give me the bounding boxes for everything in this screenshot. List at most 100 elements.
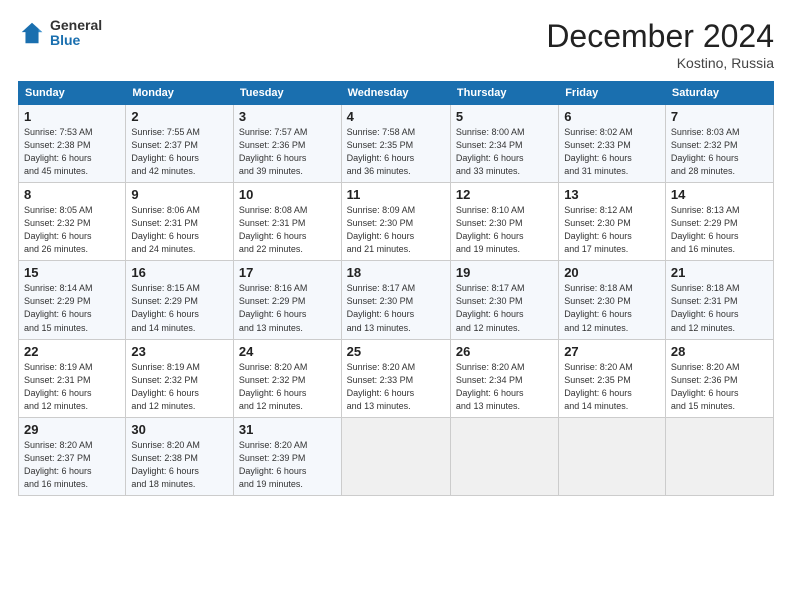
day-info: Sunrise: 8:20 AM Sunset: 2:37 PM Dayligh…	[24, 439, 120, 491]
calendar-cell: 14 Sunrise: 8:13 AM Sunset: 2:29 PM Dayli…	[665, 183, 773, 261]
day-info: Sunrise: 8:14 AM Sunset: 2:29 PM Dayligh…	[24, 282, 120, 334]
calendar-cell: 6 Sunrise: 8:02 AM Sunset: 2:33 PM Daylig…	[559, 105, 666, 183]
calendar-cell: 7 Sunrise: 8:03 AM Sunset: 2:32 PM Daylig…	[665, 105, 773, 183]
day-info: Sunrise: 8:09 AM Sunset: 2:30 PM Dayligh…	[347, 204, 445, 256]
col-header-saturday: Saturday	[665, 82, 773, 105]
day-info: Sunrise: 7:55 AM Sunset: 2:37 PM Dayligh…	[131, 126, 228, 178]
day-number: 24	[239, 344, 336, 359]
day-info: Sunrise: 7:58 AM Sunset: 2:35 PM Dayligh…	[347, 126, 445, 178]
calendar-cell: 4 Sunrise: 7:58 AM Sunset: 2:35 PM Daylig…	[341, 105, 450, 183]
calendar-cell: 26 Sunrise: 8:20 AM Sunset: 2:34 PM Dayli…	[450, 339, 558, 417]
day-info: Sunrise: 7:53 AM Sunset: 2:38 PM Dayligh…	[24, 126, 120, 178]
calendar-cell: 31Sunrise: 8:20 AM Sunset: 2:39 PM Dayli…	[233, 417, 341, 495]
day-info: Sunrise: 8:18 AM Sunset: 2:30 PM Dayligh…	[564, 282, 660, 334]
calendar-week-row-4: 22Sunrise: 8:19 AM Sunset: 2:31 PM Dayli…	[19, 339, 774, 417]
day-info: Sunrise: 8:19 AM Sunset: 2:32 PM Dayligh…	[131, 361, 228, 413]
logo-blue-text: Blue	[50, 33, 102, 48]
calendar-cell	[341, 417, 450, 495]
day-number: 29	[24, 422, 120, 437]
col-header-wednesday: Wednesday	[341, 82, 450, 105]
calendar-cell: 18Sunrise: 8:17 AM Sunset: 2:30 PM Dayli…	[341, 261, 450, 339]
day-number: 12	[456, 187, 553, 202]
logo-icon	[18, 19, 46, 47]
day-number: 13	[564, 187, 660, 202]
day-info: Sunrise: 8:17 AM Sunset: 2:30 PM Dayligh…	[456, 282, 553, 334]
day-number: 10	[239, 187, 336, 202]
calendar-cell: 16 Sunrise: 8:15 AM Sunset: 2:29 PM Dayli…	[126, 261, 234, 339]
day-number: 14	[671, 187, 768, 202]
day-number: 19	[456, 265, 553, 280]
day-number: 16	[131, 265, 228, 280]
calendar-cell: 21Sunrise: 8:18 AM Sunset: 2:31 PM Dayli…	[665, 261, 773, 339]
calendar-table: Sunday Monday Tuesday Wednesday Thursday…	[18, 81, 774, 496]
day-info: Sunrise: 8:05 AM Sunset: 2:32 PM Dayligh…	[24, 204, 120, 256]
day-number: 7	[671, 109, 768, 124]
day-number: 8	[24, 187, 120, 202]
calendar-header-row: Sunday Monday Tuesday Wednesday Thursday…	[19, 82, 774, 105]
title-block: December 2024 Kostino, Russia	[546, 18, 774, 71]
day-info: Sunrise: 8:13 AM Sunset: 2:29 PM Dayligh…	[671, 204, 768, 256]
calendar-cell: 11 Sunrise: 8:09 AM Sunset: 2:30 PM Dayli…	[341, 183, 450, 261]
calendar-cell: 22Sunrise: 8:19 AM Sunset: 2:31 PM Dayli…	[19, 339, 126, 417]
day-info: Sunrise: 8:02 AM Sunset: 2:33 PM Dayligh…	[564, 126, 660, 178]
day-number: 4	[347, 109, 445, 124]
day-info: Sunrise: 8:12 AM Sunset: 2:30 PM Dayligh…	[564, 204, 660, 256]
day-number: 1	[24, 109, 120, 124]
day-info: Sunrise: 8:18 AM Sunset: 2:31 PM Dayligh…	[671, 282, 768, 334]
day-number: 6	[564, 109, 660, 124]
calendar-cell: 15 Sunrise: 8:14 AM Sunset: 2:29 PM Dayli…	[19, 261, 126, 339]
calendar-cell: 29 Sunrise: 8:20 AM Sunset: 2:37 PM Dayli…	[19, 417, 126, 495]
day-number: 28	[671, 344, 768, 359]
day-info: Sunrise: 8:03 AM Sunset: 2:32 PM Dayligh…	[671, 126, 768, 178]
day-info: Sunrise: 8:20 AM Sunset: 2:32 PM Dayligh…	[239, 361, 336, 413]
calendar-cell: 12 Sunrise: 8:10 AM Sunset: 2:30 PM Dayli…	[450, 183, 558, 261]
day-info: Sunrise: 8:08 AM Sunset: 2:31 PM Dayligh…	[239, 204, 336, 256]
col-header-sunday: Sunday	[19, 82, 126, 105]
location: Kostino, Russia	[546, 55, 774, 71]
day-info: Sunrise: 8:06 AM Sunset: 2:31 PM Dayligh…	[131, 204, 228, 256]
col-header-thursday: Thursday	[450, 82, 558, 105]
calendar-week-row-3: 15 Sunrise: 8:14 AM Sunset: 2:29 PM Dayli…	[19, 261, 774, 339]
calendar-week-row-1: 1 Sunrise: 7:53 AM Sunset: 2:38 PM Daylig…	[19, 105, 774, 183]
day-info: Sunrise: 8:10 AM Sunset: 2:30 PM Dayligh…	[456, 204, 553, 256]
day-number: 25	[347, 344, 445, 359]
day-number: 31	[239, 422, 336, 437]
calendar-cell	[665, 417, 773, 495]
day-info: Sunrise: 7:57 AM Sunset: 2:36 PM Dayligh…	[239, 126, 336, 178]
day-info: Sunrise: 8:00 AM Sunset: 2:34 PM Dayligh…	[456, 126, 553, 178]
day-info: Sunrise: 8:20 AM Sunset: 2:33 PM Dayligh…	[347, 361, 445, 413]
calendar-cell: 3 Sunrise: 7:57 AM Sunset: 2:36 PM Daylig…	[233, 105, 341, 183]
page: General Blue December 2024 Kostino, Russ…	[0, 0, 792, 612]
calendar-cell: 1 Sunrise: 7:53 AM Sunset: 2:38 PM Daylig…	[19, 105, 126, 183]
day-number: 23	[131, 344, 228, 359]
calendar-cell: 5 Sunrise: 8:00 AM Sunset: 2:34 PM Daylig…	[450, 105, 558, 183]
day-number: 5	[456, 109, 553, 124]
col-header-friday: Friday	[559, 82, 666, 105]
calendar-week-row-5: 29 Sunrise: 8:20 AM Sunset: 2:37 PM Dayli…	[19, 417, 774, 495]
day-info: Sunrise: 8:16 AM Sunset: 2:29 PM Dayligh…	[239, 282, 336, 334]
col-header-monday: Monday	[126, 82, 234, 105]
calendar-cell: 23 Sunrise: 8:19 AM Sunset: 2:32 PM Dayli…	[126, 339, 234, 417]
day-number: 15	[24, 265, 120, 280]
calendar-cell: 19 Sunrise: 8:17 AM Sunset: 2:30 PM Dayli…	[450, 261, 558, 339]
day-number: 26	[456, 344, 553, 359]
calendar-cell: 28Sunrise: 8:20 AM Sunset: 2:36 PM Dayli…	[665, 339, 773, 417]
calendar-cell: 2Sunrise: 7:55 AM Sunset: 2:37 PM Daylig…	[126, 105, 234, 183]
day-number: 9	[131, 187, 228, 202]
day-number: 17	[239, 265, 336, 280]
day-number: 11	[347, 187, 445, 202]
calendar-cell	[450, 417, 558, 495]
header: General Blue December 2024 Kostino, Russ…	[18, 18, 774, 71]
calendar-cell: 10 Sunrise: 8:08 AM Sunset: 2:31 PM Dayli…	[233, 183, 341, 261]
month-title: December 2024	[546, 18, 774, 55]
day-info: Sunrise: 8:20 AM Sunset: 2:38 PM Dayligh…	[131, 439, 228, 491]
logo: General Blue	[18, 18, 102, 49]
calendar-cell: 20 Sunrise: 8:18 AM Sunset: 2:30 PM Dayli…	[559, 261, 666, 339]
calendar-cell: 8 Sunrise: 8:05 AM Sunset: 2:32 PM Daylig…	[19, 183, 126, 261]
day-number: 3	[239, 109, 336, 124]
day-info: Sunrise: 8:15 AM Sunset: 2:29 PM Dayligh…	[131, 282, 228, 334]
logo-text: General Blue	[50, 18, 102, 49]
day-info: Sunrise: 8:20 AM Sunset: 2:34 PM Dayligh…	[456, 361, 553, 413]
day-info: Sunrise: 8:19 AM Sunset: 2:31 PM Dayligh…	[24, 361, 120, 413]
day-number: 20	[564, 265, 660, 280]
